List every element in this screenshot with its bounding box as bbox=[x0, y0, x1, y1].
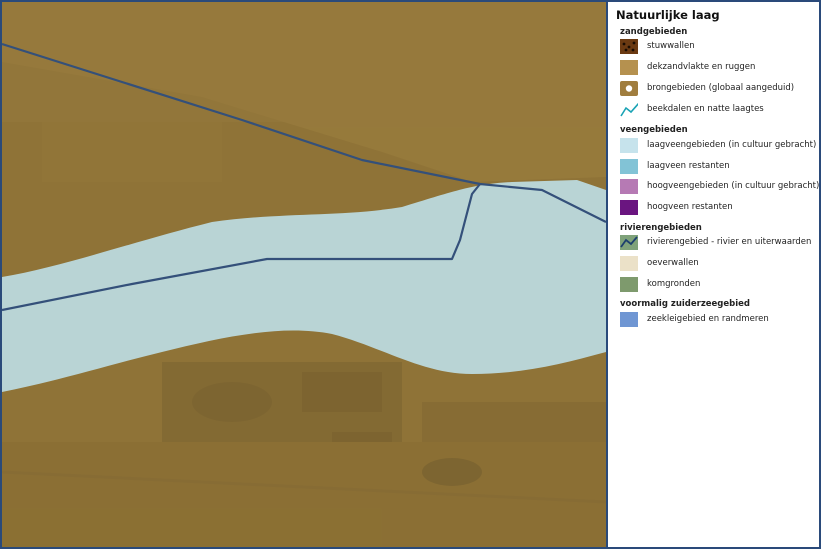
legend-item-beekdalen[interactable]: beekdalen en natte laagtes bbox=[620, 102, 819, 120]
oeverwal-swatch bbox=[620, 256, 638, 271]
hoogveen-cultuur-swatch bbox=[620, 179, 638, 194]
map-svg bbox=[2, 2, 606, 547]
laagveen-restant-swatch bbox=[620, 159, 638, 174]
legend-group-title: rivierengebieden bbox=[620, 223, 702, 233]
legend-item-hoogveen-restanten[interactable]: hoogveen restanten bbox=[620, 200, 819, 218]
legend-item-brongebieden[interactable]: brongebieden (globaal aangeduid) bbox=[620, 81, 819, 99]
laagveen-cultuur-swatch bbox=[620, 138, 638, 153]
legend-item-hoogveen-cultuur[interactable]: hoogveengebieden (in cultuur gebracht) bbox=[620, 179, 819, 197]
zeeklei-swatch bbox=[620, 312, 638, 327]
map-viewer: Natuurlijke laag zandgebieden stuwwallen… bbox=[0, 0, 821, 549]
legend-item-label: stuwwallen bbox=[647, 41, 695, 51]
stuwwallen-swatch bbox=[620, 39, 638, 54]
komgrond-swatch bbox=[620, 277, 638, 292]
legend-group-title: veengebieden bbox=[620, 125, 688, 135]
legend-item-label: brongebieden (globaal aangeduid) bbox=[647, 83, 795, 93]
legend-group-title: zandgebieden bbox=[620, 27, 688, 37]
rivier-swatch bbox=[620, 235, 638, 250]
map-canvas[interactable] bbox=[2, 2, 606, 547]
legend-item-zeeklei[interactable]: zeekleigebied en randmeren bbox=[620, 312, 819, 330]
legend-item-label: laagveengebieden (in cultuur gebracht) bbox=[647, 140, 817, 150]
legend-item-label: beekdalen en natte laagtes bbox=[647, 104, 764, 114]
legend-title: Natuurlijke laag bbox=[616, 8, 720, 22]
legend-item-label: oeverwallen bbox=[647, 258, 699, 268]
legend-item-label: rivierengebied - rivier en uiterwaarden bbox=[647, 237, 812, 247]
legend-item-label: komgronden bbox=[647, 279, 701, 289]
legend-item-label: hoogveen restanten bbox=[647, 202, 733, 212]
legend-item-komgronden[interactable]: komgronden bbox=[620, 277, 819, 295]
legend-item-laagveen-cultuur[interactable]: laagveengebieden (in cultuur gebracht) bbox=[620, 138, 819, 156]
legend-item-dekzand[interactable]: dekzandvlakte en ruggen bbox=[620, 60, 819, 78]
legend-item-laagveen-restanten[interactable]: laagveen restanten bbox=[620, 159, 819, 177]
brongebied-swatch bbox=[620, 81, 638, 96]
legend-panel: Natuurlijke laag zandgebieden stuwwallen… bbox=[608, 2, 819, 547]
legend-item-label: zeekleigebied en randmeren bbox=[647, 314, 769, 324]
legend-item-rivierengebied[interactable]: rivierengebied - rivier en uiterwaarden bbox=[620, 235, 819, 253]
legend-group-title: voormalig zuiderzeegebied bbox=[620, 299, 751, 309]
beekdal-line-icon bbox=[620, 102, 638, 117]
legend-item-label: hoogveengebieden (in cultuur gebracht) bbox=[647, 181, 819, 191]
dekzand-swatch bbox=[620, 60, 638, 75]
legend-item-label: laagveen restanten bbox=[647, 161, 730, 171]
legend-item-oeverwallen[interactable]: oeverwallen bbox=[620, 256, 819, 274]
legend-item-stuwwallen[interactable]: stuwwallen bbox=[620, 39, 819, 57]
hoogveen-restant-swatch bbox=[620, 200, 638, 215]
legend-item-label: dekzandvlakte en ruggen bbox=[647, 62, 756, 72]
